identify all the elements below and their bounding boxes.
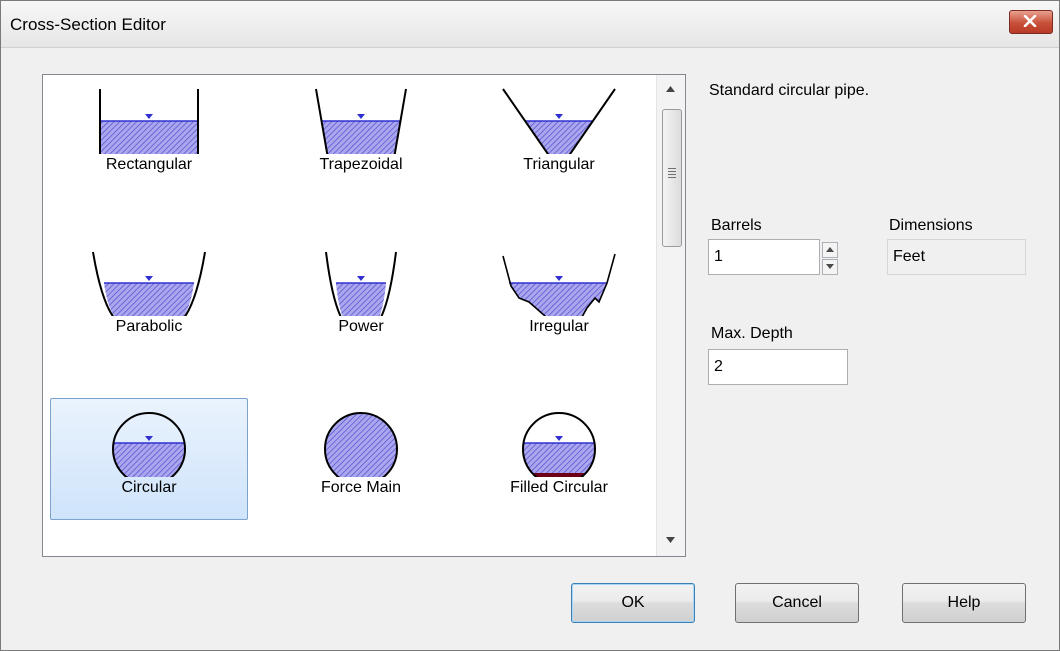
shape-item-force-main[interactable]: Force Main [262, 398, 460, 520]
max-depth-input[interactable]: 2 [708, 349, 848, 385]
shape-label: Parabolic [115, 318, 183, 335]
spin-up-icon [826, 247, 834, 252]
shape-item-circular[interactable]: Circular [50, 398, 248, 520]
ok-button[interactable]: OK [571, 583, 695, 623]
shape-item-filled-circular[interactable]: Filled Circular [460, 398, 658, 520]
shape-item-triangular[interactable]: Triangular [460, 75, 658, 197]
trapezoidal-channel-icon [315, 88, 407, 154]
triangular-channel-icon [502, 88, 616, 154]
scroll-down-button[interactable] [657, 526, 685, 556]
grip-icon [668, 168, 676, 180]
close-button[interactable] [1009, 10, 1053, 34]
shape-label: Power [338, 318, 384, 335]
shape-item-parabolic[interactable]: Parabolic [50, 237, 248, 359]
dimensions-label: Dimensions [889, 217, 973, 234]
scroll-down-icon [666, 537, 675, 543]
parabolic-channel-icon [92, 251, 206, 316]
shape-item-rectangular[interactable]: Rectangular [50, 75, 248, 197]
scroll-thumb[interactable] [662, 109, 682, 247]
rectangular-channel-icon [99, 89, 199, 154]
filled-circular-pipe-icon [522, 412, 596, 477]
shape-list-scrollbar[interactable] [656, 75, 685, 556]
scroll-up-button[interactable] [657, 75, 685, 105]
scroll-up-icon [666, 86, 675, 92]
shape-label: Triangular [523, 156, 595, 173]
close-icon [1023, 15, 1037, 27]
shape-label: Circular [121, 479, 177, 496]
shape-label: Filled Circular [510, 479, 608, 496]
shape-item-power[interactable]: Power [262, 237, 460, 359]
spin-down-icon [826, 264, 834, 269]
shape-item-trapezoidal[interactable]: Trapezoidal [262, 75, 460, 197]
shape-description: Standard circular pipe. [709, 82, 870, 99]
title-bar: Cross-Section Editor [1, 1, 1059, 48]
cross-section-editor-dialog: Cross-Section Editor Rectangular Trapezo… [0, 0, 1060, 651]
barrels-spinner[interactable] [822, 242, 838, 275]
shape-label: Irregular [529, 318, 589, 335]
shape-label: Trapezoidal [319, 156, 403, 173]
shape-item-irregular[interactable]: Irregular [460, 237, 658, 359]
barrels-label: Barrels [711, 217, 762, 234]
barrels-input[interactable]: 1 [708, 239, 820, 275]
max-depth-label: Max. Depth [711, 325, 793, 342]
circular-pipe-icon [112, 412, 186, 477]
shape-list[interactable]: Rectangular Trapezoidal Triangular Parab… [42, 74, 686, 557]
dialog-title: Cross-Section Editor [10, 15, 166, 34]
dimensions-value: Feet [887, 239, 1026, 275]
shape-label: Rectangular [105, 156, 193, 173]
spin-up-button[interactable] [822, 242, 838, 258]
shape-label: Force Main [320, 479, 402, 496]
cancel-button[interactable]: Cancel [735, 583, 859, 623]
help-button[interactable]: Help [902, 583, 1026, 623]
spin-down-button[interactable] [822, 259, 838, 275]
power-channel-icon [325, 251, 397, 316]
force-main-pipe-icon [324, 412, 398, 477]
irregular-channel-icon [502, 253, 616, 316]
